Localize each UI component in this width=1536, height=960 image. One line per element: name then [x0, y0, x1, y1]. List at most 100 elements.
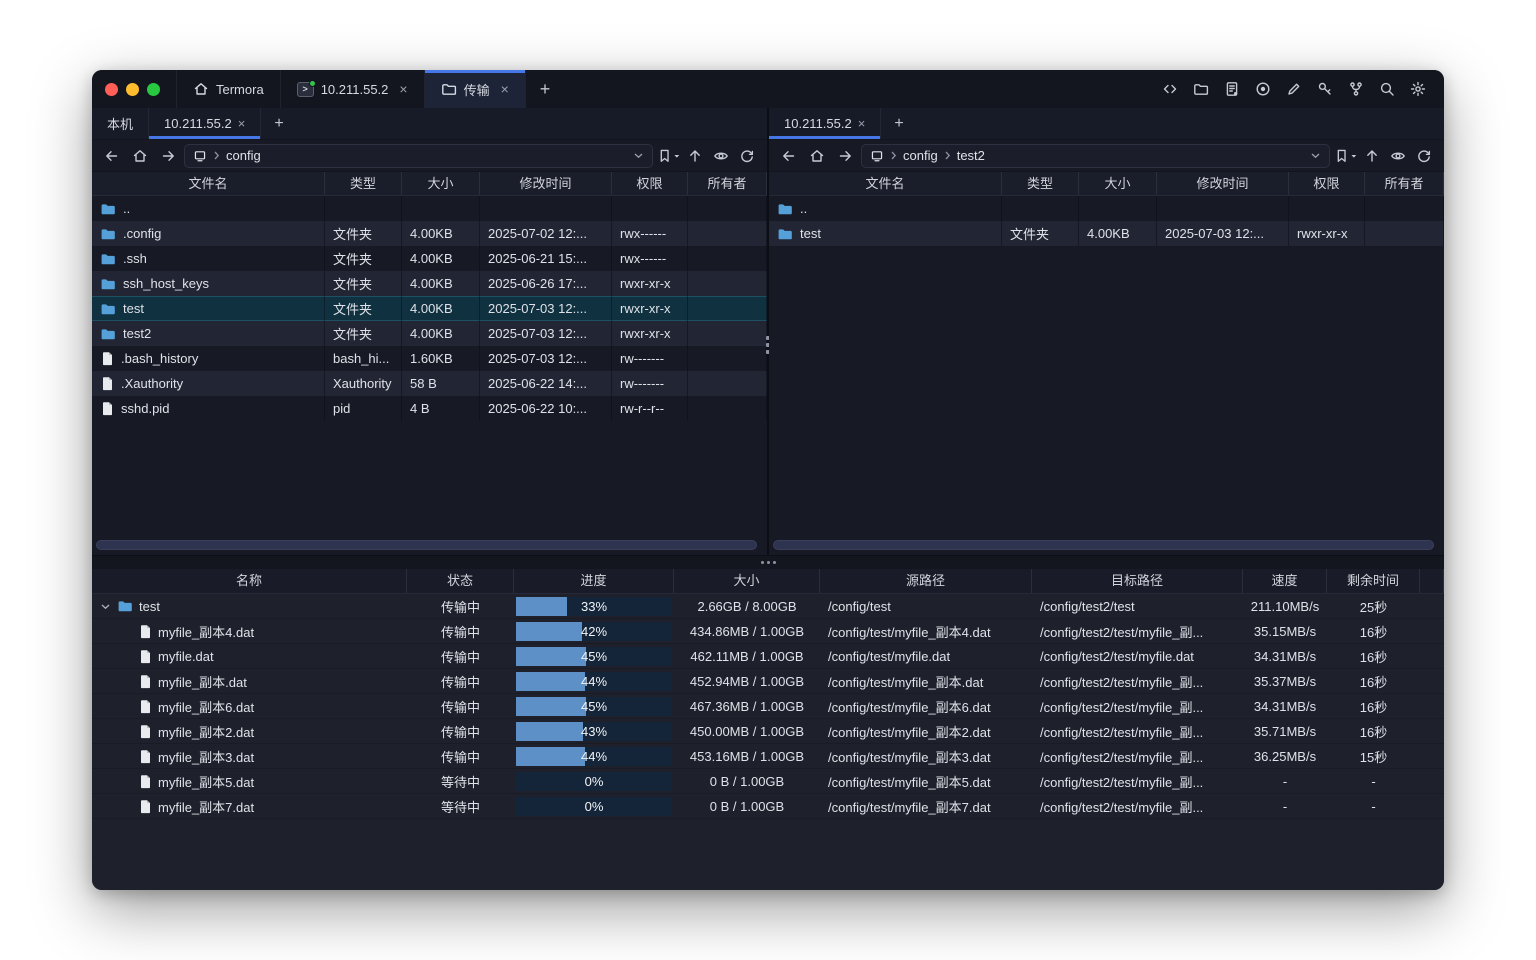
transfer-row-myfile_副本4.dat[interactable]: myfile_副本4.dat传输中42%434.86MB / 1.00GB/co… — [92, 619, 1444, 644]
edit-icon[interactable] — [1285, 80, 1303, 98]
file-name: test2 — [123, 326, 151, 341]
title-tab-10.211.55.2[interactable]: >10.211.55.2× — [281, 70, 425, 108]
zoom-window-button[interactable] — [147, 83, 160, 96]
close-icon[interactable]: × — [501, 82, 509, 96]
show-hidden-button[interactable] — [709, 144, 733, 168]
column-header[interactable]: 文件名 — [769, 172, 1002, 195]
transfer-column-header[interactable]: 速度 — [1243, 569, 1327, 593]
settings-icon[interactable] — [1409, 80, 1427, 98]
path-input[interactable]: config test2 — [861, 144, 1330, 168]
file-name: test — [800, 226, 821, 241]
column-header[interactable]: 所有者 — [688, 172, 767, 195]
home-button[interactable] — [805, 144, 829, 168]
file-row-sshd.pid[interactable]: sshd.pidpid4 B2025-06-22 10:...rw-r--r-- — [92, 396, 767, 421]
file-row-.ssh[interactable]: .ssh文件夹4.00KB2025-06-21 15:...rwx------ — [92, 246, 767, 271]
file-row-.config[interactable]: .config文件夹4.00KB2025-07-02 12:...rwx----… — [92, 221, 767, 246]
new-tab-button[interactable]: + — [526, 70, 565, 108]
home-button[interactable] — [128, 144, 152, 168]
path-input[interactable]: config — [184, 144, 653, 168]
bookmark-button[interactable] — [657, 144, 681, 168]
refresh-button[interactable] — [1412, 144, 1436, 168]
transfer-column-header[interactable]: 目标路径 — [1032, 569, 1243, 593]
column-header[interactable]: 类型 — [1002, 172, 1079, 195]
transfer-row-test[interactable]: test传输中33%2.66GB / 8.00GB/config/test/co… — [92, 594, 1444, 619]
column-header[interactable]: 大小 — [402, 172, 480, 195]
file-row-test[interactable]: test文件夹4.00KB2025-07-03 12:...rwxr-xr-x — [769, 221, 1444, 246]
path-dropdown-icon[interactable] — [1310, 150, 1321, 161]
back-button[interactable] — [777, 144, 801, 168]
refresh-button[interactable] — [735, 144, 759, 168]
right-pane-new-tab-button[interactable]: + — [881, 108, 916, 139]
transfer-column-header[interactable]: 名称 — [92, 569, 407, 593]
transfer-column-header[interactable]: 状态 — [407, 569, 514, 593]
right-pane-tab-10.211.55.2[interactable]: 10.211.55.2× — [769, 108, 881, 139]
transfer-row-myfile_副本3.dat[interactable]: myfile_副本3.dat传输中44%453.16MB / 1.00GB/co… — [92, 744, 1444, 769]
column-header[interactable]: 修改时间 — [1157, 172, 1289, 195]
transfer-remaining: 16秒 — [1360, 672, 1387, 691]
back-button[interactable] — [100, 144, 124, 168]
minimize-window-button[interactable] — [126, 83, 139, 96]
close-icon[interactable]: × — [238, 116, 246, 131]
left-pane-new-tab-button[interactable]: + — [261, 108, 296, 139]
right-horizontal-scrollbar[interactable] — [773, 540, 1434, 550]
transfer-row-myfile.dat[interactable]: myfile.dat传输中45%462.11MB / 1.00GB/config… — [92, 644, 1444, 669]
close-icon[interactable]: × — [858, 116, 866, 131]
left-pane-tab-10.211.55.2[interactable]: 10.211.55.2× — [149, 108, 261, 139]
transfer-row-myfile_副本2.dat[interactable]: myfile_副本2.dat传输中43%450.00MB / 1.00GB/co… — [92, 719, 1444, 744]
path-segment[interactable]: config — [226, 148, 261, 163]
transfer-status: 传输中 — [441, 622, 480, 641]
file-row-.Xauthority[interactable]: .XauthorityXauthority58 B2025-06-22 14:.… — [92, 371, 767, 396]
close-icon[interactable]: × — [399, 82, 407, 96]
bookmark-button[interactable] — [1334, 144, 1358, 168]
path-segment[interactable]: test2 — [957, 148, 985, 163]
transfer-column-header[interactable]: 进度 — [514, 569, 674, 593]
forward-button[interactable] — [156, 144, 180, 168]
record-icon[interactable] — [1254, 80, 1272, 98]
forward-button[interactable] — [833, 144, 857, 168]
column-header[interactable]: 大小 — [1079, 172, 1157, 195]
file-row-test[interactable]: test文件夹4.00KB2025-07-03 12:...rwxr-xr-x — [92, 296, 767, 321]
path-segment[interactable]: config — [903, 148, 938, 163]
chevron-down-icon[interactable] — [100, 601, 111, 612]
file-row-ssh_host_keys[interactable]: ssh_host_keys文件夹4.00KB2025-06-26 17:...r… — [92, 271, 767, 296]
upload-button[interactable] — [1360, 144, 1384, 168]
log-icon[interactable] — [1223, 80, 1241, 98]
transfer-splitter[interactable] — [92, 555, 1444, 569]
file-row-..[interactable]: .. — [769, 196, 1444, 221]
search-icon[interactable] — [1378, 80, 1396, 98]
key-icon[interactable] — [1316, 80, 1334, 98]
show-hidden-button[interactable] — [1386, 144, 1410, 168]
transfer-row-myfile_副本.dat[interactable]: myfile_副本.dat传输中44%452.94MB / 1.00GB/con… — [92, 669, 1444, 694]
branch-icon[interactable] — [1347, 80, 1365, 98]
title-tab-传输[interactable]: 传输× — [425, 70, 526, 108]
transfer-column-header[interactable]: 剩余时间 — [1327, 569, 1420, 593]
file-row-.bash_history[interactable]: .bash_historybash_hi...1.60KB2025-07-03 … — [92, 346, 767, 371]
upload-button[interactable] — [683, 144, 707, 168]
transfer-row-myfile_副本6.dat[interactable]: myfile_副本6.dat传输中45%467.36MB / 1.00GB/co… — [92, 694, 1444, 719]
column-header[interactable]: 文件名 — [92, 172, 325, 195]
code-icon[interactable] — [1161, 80, 1179, 98]
title-tab-Termora[interactable]: Termora — [176, 70, 281, 108]
transfer-remaining: - — [1371, 774, 1375, 789]
progress-bar: 0% — [516, 797, 672, 816]
column-header[interactable]: 所有者 — [1365, 172, 1444, 195]
transfer-size: 452.94MB / 1.00GB — [690, 674, 804, 689]
transfer-column-header[interactable]: 大小 — [674, 569, 820, 593]
file-mtime: 2025-07-03 12:... — [488, 301, 587, 316]
transfer-row-myfile_副本7.dat[interactable]: myfile_副本7.dat等待中0%0 B / 1.00GB/config/t… — [92, 794, 1444, 819]
path-dropdown-icon[interactable] — [633, 150, 644, 161]
file-row-..[interactable]: .. — [92, 196, 767, 221]
column-header[interactable]: 权限 — [1289, 172, 1365, 195]
transfer-speed: 34.31MB/s — [1254, 699, 1316, 714]
transfer-row-myfile_副本5.dat[interactable]: myfile_副本5.dat等待中0%0 B / 1.00GB/config/t… — [92, 769, 1444, 794]
column-header[interactable]: 修改时间 — [480, 172, 612, 195]
close-window-button[interactable] — [105, 83, 118, 96]
column-header[interactable]: 类型 — [325, 172, 402, 195]
transfer-source: /config/test — [828, 599, 891, 614]
left-horizontal-scrollbar[interactable] — [96, 540, 757, 550]
file-row-test2[interactable]: test2文件夹4.00KB2025-07-03 12:...rwxr-xr-x — [92, 321, 767, 346]
transfer-column-header[interactable]: 源路径 — [820, 569, 1032, 593]
left-pane-tab-本机[interactable]: 本机 — [92, 108, 149, 139]
folder-icon[interactable] — [1192, 80, 1210, 98]
column-header[interactable]: 权限 — [612, 172, 688, 195]
